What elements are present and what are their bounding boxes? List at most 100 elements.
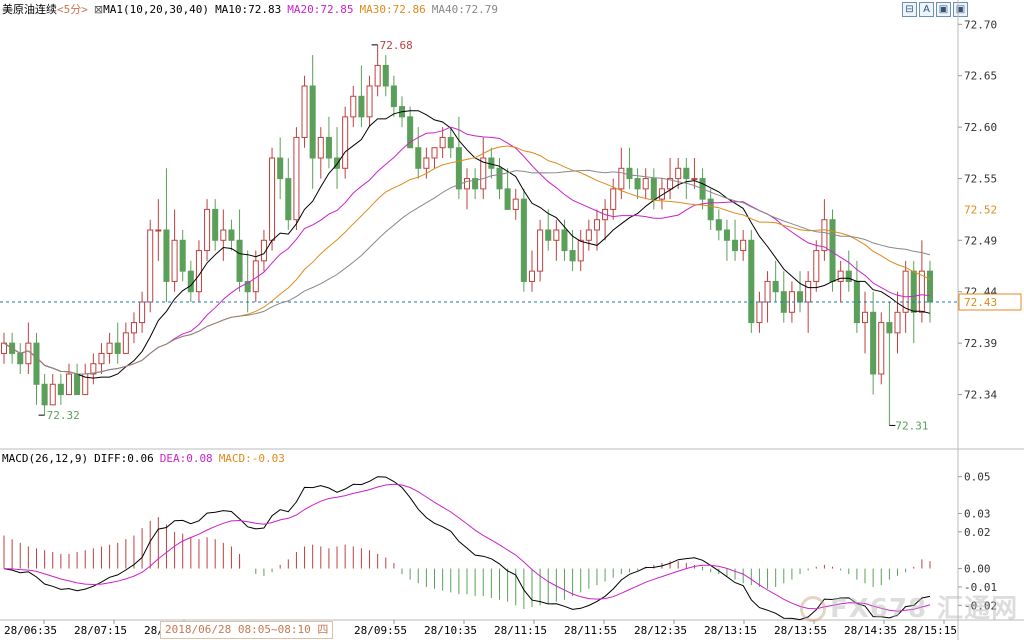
candle-body	[683, 167, 690, 180]
macd-tick-label: 0.02	[964, 526, 991, 539]
candle-body	[49, 383, 56, 406]
candle-body	[358, 95, 365, 118]
candle-body	[512, 198, 519, 210]
candle-body	[41, 383, 48, 406]
price-tick-label: 72.34	[964, 389, 997, 402]
candle-body	[455, 147, 462, 190]
candle-body	[390, 85, 397, 108]
candle-body	[415, 147, 422, 169]
candle-body	[910, 270, 917, 313]
candle-body	[926, 270, 934, 303]
candle-body	[155, 229, 162, 232]
candle-body	[756, 301, 763, 324]
candle-body	[861, 311, 869, 324]
candle-body	[171, 239, 178, 282]
candle-body	[163, 229, 170, 282]
candle-body	[837, 270, 844, 282]
candle-body	[236, 239, 243, 282]
candle-body	[187, 270, 194, 293]
macd-tick-label: 0.00	[964, 563, 991, 576]
ma30-price-label: 72.52	[964, 203, 997, 216]
macd-tick-label: 0.05	[964, 471, 991, 484]
candle-body	[57, 383, 64, 396]
candle-body	[366, 85, 373, 118]
candle-body	[204, 208, 211, 252]
time-tick-label: 28/13:15	[704, 624, 757, 637]
candle-body	[285, 178, 292, 221]
time-tick-label: 28/15:15	[904, 624, 957, 637]
time-tick-label: 28/11:55	[564, 624, 617, 637]
candle-body	[463, 178, 471, 190]
high-price-label: 72.68	[380, 39, 413, 52]
candle-body	[106, 342, 113, 354]
candle-body	[317, 136, 324, 159]
candle-body	[382, 64, 389, 87]
candle-body	[33, 342, 40, 385]
price-tick-label: 72.39	[964, 337, 997, 350]
candle-body	[675, 167, 682, 180]
time-tick-label: 28/12:35	[634, 624, 687, 637]
candle-body	[610, 188, 617, 210]
candle-body	[212, 208, 219, 241]
candle-body	[545, 229, 552, 241]
candle-body	[650, 178, 657, 200]
candle-body	[439, 136, 446, 149]
candle-body	[114, 342, 121, 354]
time-tick-label: 28/13:55	[774, 624, 827, 637]
candle-body	[228, 229, 235, 241]
current-price-label: 72.43	[964, 296, 997, 309]
candle-body	[870, 311, 877, 375]
candle-body	[813, 250, 820, 282]
candle-body	[618, 167, 625, 190]
candle-body	[147, 229, 154, 303]
candle-body	[301, 85, 308, 138]
candle-body	[179, 239, 186, 272]
candle-body	[342, 116, 349, 169]
ma20-line	[3, 126, 931, 375]
candlestick-chart[interactable]: 72.7072.6572.6072.5572.4972.4472.3972.34…	[0, 0, 1024, 640]
candle-body	[496, 167, 503, 190]
candle-body	[772, 280, 779, 293]
macd-tick-label: 0.03	[964, 507, 991, 520]
candle-body	[374, 64, 381, 87]
candle-body	[325, 136, 332, 159]
candle-body	[431, 147, 438, 159]
time-tick-label: 28/06:35	[4, 624, 57, 637]
watermark-logo: FX678 汇通网	[800, 588, 1018, 625]
candle-body	[577, 239, 584, 262]
left-low-price-label: 72.32	[47, 409, 80, 422]
candle-body	[918, 270, 925, 313]
price-tick-label: 72.55	[964, 173, 997, 186]
candle-body	[821, 219, 828, 252]
candle-body	[122, 332, 129, 354]
candle-body	[98, 352, 105, 365]
candle-body	[561, 229, 568, 252]
time-tick-label: 28/10:35	[424, 624, 477, 637]
candle-body	[520, 198, 527, 282]
candle-body	[553, 229, 560, 241]
candle-body	[902, 270, 909, 313]
low-price-label: 72.31	[895, 419, 928, 432]
time-tick-label: 28/09:55	[354, 624, 407, 637]
candle-body	[309, 85, 316, 159]
candle-body	[528, 270, 536, 282]
candle-body	[691, 178, 698, 181]
candle-body	[447, 136, 454, 149]
time-tick-label: 28/11:15	[494, 624, 547, 637]
candle-body	[569, 250, 576, 262]
time-tick-label: 28/07:15	[74, 624, 127, 637]
candle-body	[642, 178, 649, 190]
candle-body	[878, 322, 885, 375]
candle-body	[139, 301, 146, 324]
time-tick-label: 28/14:35	[844, 624, 897, 637]
hover-date-tooltip: 2018/06/28 08:05~08:10 四	[160, 621, 334, 639]
price-tick-label: 72.60	[964, 121, 997, 134]
candle-body	[537, 229, 544, 272]
candle-body	[74, 373, 81, 396]
candle-body	[715, 219, 722, 231]
candle-body	[626, 167, 633, 180]
candle-body	[504, 188, 511, 210]
candle-body	[17, 352, 24, 365]
candle-body	[740, 239, 747, 252]
candle-body	[488, 157, 495, 169]
